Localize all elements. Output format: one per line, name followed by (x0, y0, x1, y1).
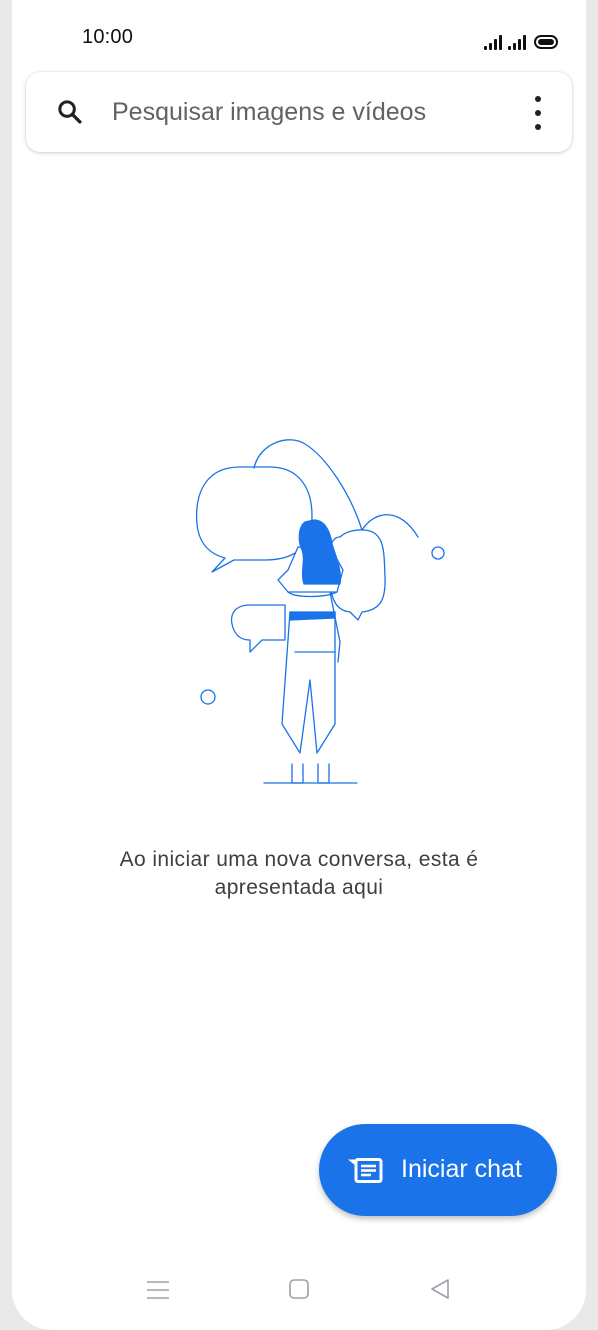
battery-icon (534, 35, 558, 49)
system-nav-bar (12, 1266, 586, 1316)
menu-icon[interactable] (142, 1274, 174, 1306)
person-hair (298, 519, 342, 585)
signal-icon (484, 34, 502, 50)
empty-state-message: Ao iniciar uma nova conversa, esta é apr… (119, 848, 479, 899)
person-shoe (291, 763, 304, 784)
start-chat-label: Iniciar chat (401, 1155, 522, 1183)
status-time: 10:00 (82, 26, 134, 48)
app-screen: 10:00 Pesquisar imagens e vídeos Ao inic… (12, 0, 586, 1330)
home-icon[interactable] (283, 1274, 315, 1306)
person-shoe (317, 763, 330, 784)
decor-circle-right (431, 546, 445, 560)
start-chat-button[interactable]: Iniciar chat (319, 1124, 557, 1216)
person-pants (281, 611, 336, 754)
empty-state-illustration (195, 439, 445, 784)
back-icon[interactable] (424, 1274, 456, 1306)
search-input[interactable] (112, 94, 512, 130)
decor-circle-left (200, 689, 216, 705)
status-icons (484, 26, 558, 50)
more-vert-icon[interactable] (530, 96, 546, 130)
arc-line (253, 439, 363, 531)
signal-icon (508, 34, 526, 50)
chat-message-icon (348, 1158, 383, 1183)
status-bar: 10:00 (12, 0, 586, 72)
search-icon[interactable] (56, 98, 84, 126)
arc-line-right (361, 514, 419, 538)
search-bar[interactable] (26, 72, 572, 152)
speech-bubble-small (230, 604, 286, 653)
phone-frame: 10:00 Pesquisar imagens e vídeos Ao inic… (0, 0, 598, 1330)
